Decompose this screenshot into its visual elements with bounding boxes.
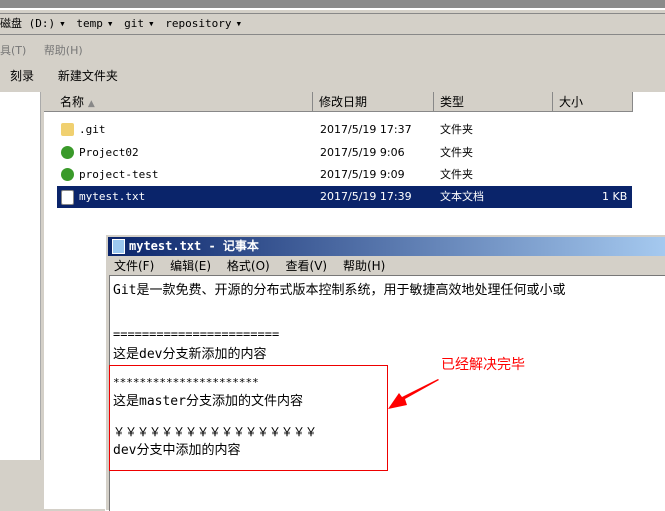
burn-button[interactable]: 刻录: [10, 69, 34, 83]
column-type[interactable]: 类型: [434, 92, 553, 112]
file-row-selected[interactable]: mytest.txt 2017/5/19 17:39 文本文档 1 KB: [57, 186, 632, 208]
breadcrumb-repository[interactable]: repository: [165, 17, 231, 30]
menu-file[interactable]: 文件(F): [114, 259, 154, 273]
file-row[interactable]: Project02 2017/5/19 9:06 文件夹: [57, 142, 632, 164]
window-top-strip: [0, 0, 665, 10]
breadcrumb-drive[interactable]: 磁盘 (D:): [0, 17, 55, 30]
menu-help[interactable]: 帮助(H): [343, 259, 385, 273]
file-row[interactable]: .git 2017/5/19 17:37 文件夹: [57, 119, 632, 141]
text-line: 这是dev分支新添加的内容: [113, 347, 267, 362]
text-file-icon: [61, 190, 74, 205]
notepad-title-bar[interactable]: mytest.txt - 记事本: [108, 237, 665, 256]
notepad-menu: 文件(F) 编辑(E) 格式(O) 查看(V) 帮助(H): [114, 257, 397, 275]
file-row[interactable]: project-test 2017/5/19 9:09 文件夹: [57, 164, 632, 186]
column-size[interactable]: 大小: [553, 92, 633, 112]
git-folder-icon: [61, 168, 74, 181]
address-bar[interactable]: 磁盘 (D:) ▾ temp ▾ git ▾ repository ▾: [0, 13, 665, 35]
breadcrumb-temp[interactable]: temp: [76, 17, 103, 30]
column-name[interactable]: 名称 ▲: [44, 92, 313, 112]
notepad-icon: [112, 239, 125, 254]
annotation-arrow-icon: [388, 379, 439, 409]
menu-edit[interactable]: 编辑(E): [170, 259, 211, 273]
toolbar: 刻录 新建文件夹: [10, 66, 138, 86]
menu-tools[interactable]: 具(T): [0, 44, 26, 57]
navigation-pane[interactable]: [0, 92, 41, 460]
text-line: Git是一款免费、开源的分布式版本控制系统，用于敏捷高效地处理任何或小或: [113, 283, 566, 298]
git-folder-icon: [61, 146, 74, 159]
column-date[interactable]: 修改日期: [313, 92, 434, 112]
menu-view[interactable]: 查看(V): [286, 259, 328, 273]
breadcrumb-git[interactable]: git: [124, 17, 144, 30]
explorer-menu: 具(T) 帮助(H): [0, 42, 97, 60]
menu-format[interactable]: 格式(O): [227, 259, 270, 273]
folder-icon: [61, 123, 74, 136]
annotation-text: 已经解决完毕: [441, 357, 525, 373]
new-folder-button[interactable]: 新建文件夹: [58, 69, 118, 83]
menu-help[interactable]: 帮助(H): [44, 44, 83, 57]
text-line: =======================: [113, 327, 280, 341]
highlight-box: [109, 365, 388, 471]
